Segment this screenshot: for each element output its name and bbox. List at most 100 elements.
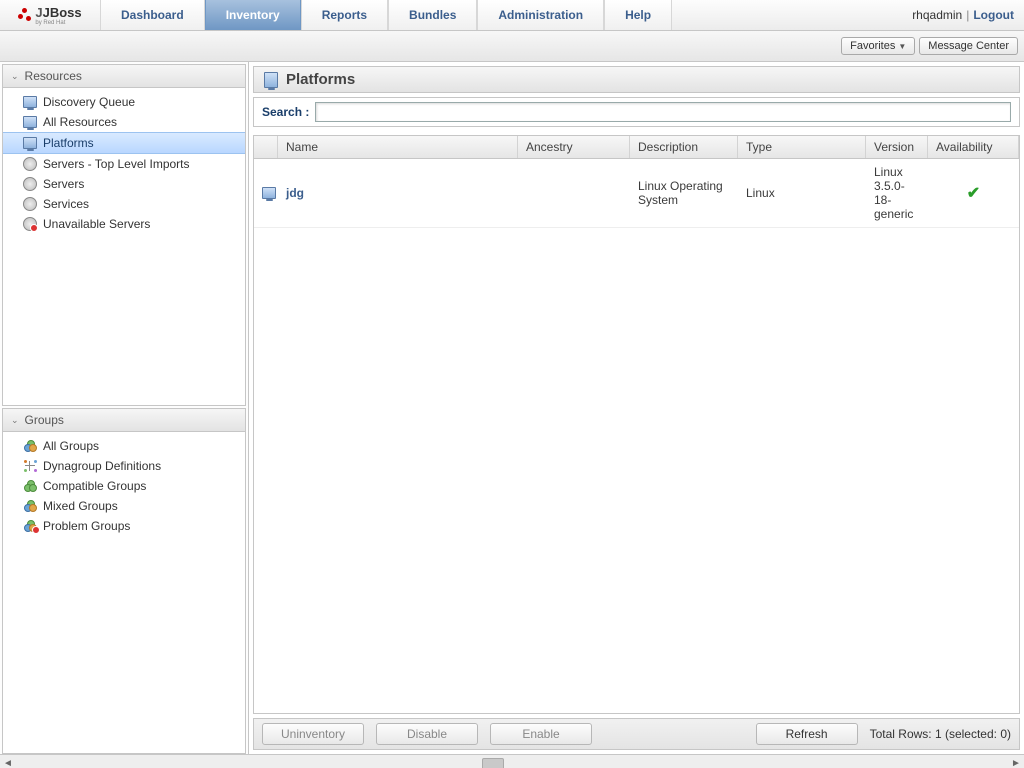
sidebar-item-platforms[interactable]: Platforms xyxy=(3,132,245,154)
sidebar-item-label: Servers xyxy=(43,177,84,191)
scroll-left-icon[interactable]: ◄ xyxy=(0,758,16,768)
sidebar-item-services[interactable]: Services xyxy=(3,194,245,214)
user-name: rhqadmin xyxy=(912,8,962,22)
search-row: Search : xyxy=(253,97,1020,127)
sidebar-item-all-resources[interactable]: All Resources xyxy=(3,112,245,132)
favorites-button[interactable]: Favorites ▼ xyxy=(841,37,915,55)
search-input[interactable] xyxy=(315,102,1011,122)
logout-link[interactable]: Logout xyxy=(973,8,1014,22)
groups-mixed-icon xyxy=(23,499,37,513)
brand-logo: JJBoss by Red Hat xyxy=(0,0,100,30)
col-type[interactable]: Type xyxy=(738,136,866,158)
row-icon-cell xyxy=(254,159,278,227)
enable-button[interactable]: Enable xyxy=(490,723,592,745)
row-availability-cell: ✔ xyxy=(928,159,1019,227)
sidebar-item-servers-top-level[interactable]: Servers - Top Level Imports xyxy=(3,154,245,174)
gear-icon xyxy=(23,177,37,191)
row-ancestry-cell xyxy=(518,159,630,227)
groups-alert-icon xyxy=(23,519,37,533)
platform-link[interactable]: jdg xyxy=(286,186,304,200)
sidebar-item-label: Unavailable Servers xyxy=(43,217,150,231)
brand-subtitle: by Red Hat xyxy=(35,20,81,26)
tab-administration[interactable]: Administration xyxy=(477,0,604,30)
chevron-down-icon: ⌄ xyxy=(11,71,19,82)
horizontal-scrollbar[interactable]: ◄ ► xyxy=(0,754,1024,768)
groups-title: Groups xyxy=(25,413,64,427)
sidebar-item-label: Compatible Groups xyxy=(43,479,146,493)
groups-icon xyxy=(23,479,37,493)
gear-alert-icon xyxy=(23,217,37,231)
platforms-grid: Name Ancestry Description Type Version A… xyxy=(253,135,1020,714)
tab-help[interactable]: Help xyxy=(604,0,672,30)
resources-title: Resources xyxy=(25,69,82,83)
message-center-button[interactable]: Message Center xyxy=(919,37,1018,55)
sidebar-item-unavailable-servers[interactable]: Unavailable Servers xyxy=(3,214,245,234)
grid-footer: Uninventory Disable Enable Refresh Total… xyxy=(253,718,1020,750)
sidebar-item-label: All Groups xyxy=(43,439,99,453)
row-description-cell: Linux Operating System xyxy=(630,159,738,227)
dynagroup-icon xyxy=(23,459,37,473)
gear-icon xyxy=(23,197,37,211)
sidebar-item-label: Servers - Top Level Imports xyxy=(43,157,190,171)
caret-down-icon: ▼ xyxy=(898,42,906,51)
monitor-icon xyxy=(262,186,276,200)
resources-panel-header[interactable]: ⌄ Resources xyxy=(3,65,245,88)
sub-toolbar: Favorites ▼ Message Center xyxy=(0,31,1024,62)
grid-header: Name Ancestry Description Type Version A… xyxy=(254,136,1019,159)
resources-tree: Discovery Queue All Resources Platforms … xyxy=(3,88,245,238)
scroll-right-icon[interactable]: ► xyxy=(1008,758,1024,768)
tab-bundles[interactable]: Bundles xyxy=(388,0,477,30)
check-icon: ✔ xyxy=(967,183,980,203)
sidebar-item-label: Mixed Groups xyxy=(43,499,118,513)
chevron-down-icon: ⌄ xyxy=(11,415,19,426)
tab-inventory[interactable]: Inventory xyxy=(205,0,301,30)
page-title-bar: Platforms xyxy=(253,66,1020,93)
tab-dashboard[interactable]: Dashboard xyxy=(100,0,205,30)
sidebar-item-all-groups[interactable]: All Groups xyxy=(3,436,245,456)
monitor-icon xyxy=(23,115,37,129)
groups-panel-header[interactable]: ⌄ Groups xyxy=(3,409,245,432)
scroll-track[interactable] xyxy=(16,756,1008,768)
monitor-icon xyxy=(23,136,37,150)
page-title: Platforms xyxy=(286,71,355,88)
refresh-button[interactable]: Refresh xyxy=(756,723,858,745)
separator: | xyxy=(966,8,969,22)
table-row[interactable]: jdg Linux Operating System Linux Linux 3… xyxy=(254,159,1019,228)
sidebar-item-discovery-queue[interactable]: Discovery Queue xyxy=(3,92,245,112)
logo-dots-icon xyxy=(18,8,32,22)
scroll-thumb[interactable] xyxy=(482,758,504,768)
sidebar-item-dynagroup[interactable]: Dynagroup Definitions xyxy=(3,456,245,476)
row-type-cell: Linux xyxy=(738,159,866,227)
uninventory-button[interactable]: Uninventory xyxy=(262,723,364,745)
sidebar-item-label: All Resources xyxy=(43,115,117,129)
col-ancestry[interactable]: Ancestry xyxy=(518,136,630,158)
row-name-cell: jdg xyxy=(278,159,518,227)
row-version-cell: Linux 3.5.0-18-generic xyxy=(866,159,928,227)
col-availability[interactable]: Availability xyxy=(928,136,1019,158)
sidebar: ⌄ Resources Discovery Queue All Resource… xyxy=(0,62,249,754)
sidebar-item-label: Problem Groups xyxy=(43,519,130,533)
tab-reports[interactable]: Reports xyxy=(301,0,388,30)
sidebar-item-servers[interactable]: Servers xyxy=(3,174,245,194)
main-content: Platforms Search : Name Ancestry Descrip… xyxy=(249,62,1024,754)
user-area: rhqadmin | Logout xyxy=(912,0,1024,30)
groups-mixed-icon xyxy=(23,439,37,453)
monitor-icon xyxy=(23,95,37,109)
sidebar-item-label: Platforms xyxy=(43,136,94,150)
nav-tabs: Dashboard Inventory Reports Bundles Admi… xyxy=(100,0,672,30)
col-version[interactable]: Version xyxy=(866,136,928,158)
disable-button[interactable]: Disable xyxy=(376,723,478,745)
grid-body: jdg Linux Operating System Linux Linux 3… xyxy=(254,159,1019,713)
col-description[interactable]: Description xyxy=(630,136,738,158)
brand-name-text: JBoss xyxy=(43,5,82,20)
sidebar-item-label: Discovery Queue xyxy=(43,95,135,109)
sidebar-item-compatible-groups[interactable]: Compatible Groups xyxy=(3,476,245,496)
col-checkbox xyxy=(254,136,278,158)
sidebar-item-problem-groups[interactable]: Problem Groups xyxy=(3,516,245,536)
groups-tree: All Groups Dynagroup Definitions Compati… xyxy=(3,432,245,540)
groups-panel: ⌄ Groups All Groups Dynagroup Definition… xyxy=(2,408,246,754)
col-name[interactable]: Name xyxy=(278,136,518,158)
sidebar-item-label: Dynagroup Definitions xyxy=(43,459,161,473)
sidebar-item-mixed-groups[interactable]: Mixed Groups xyxy=(3,496,245,516)
favorites-label: Favorites xyxy=(850,40,895,52)
